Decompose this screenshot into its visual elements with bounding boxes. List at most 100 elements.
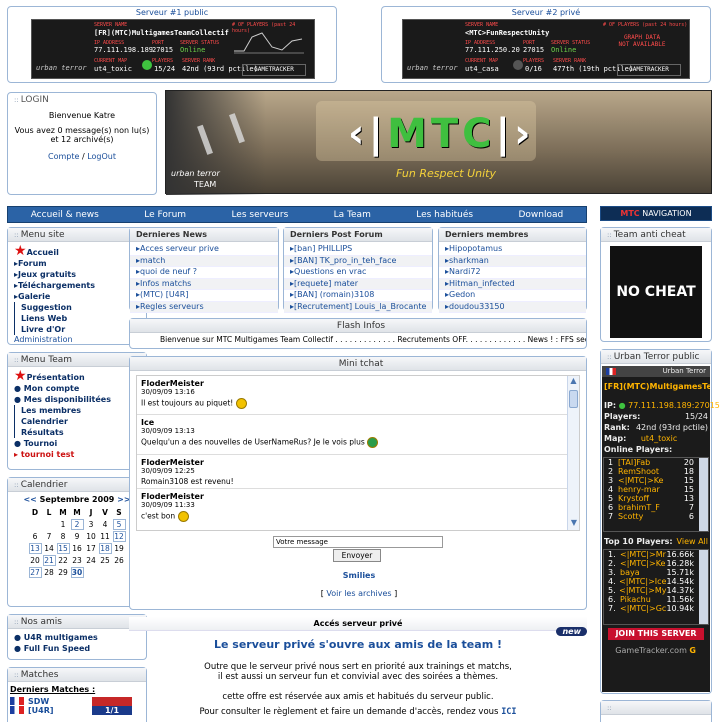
gametracker-icon: G	[689, 646, 696, 655]
member-item[interactable]: ▸sharkman	[439, 255, 586, 267]
tchat-send-button[interactable]: Envoyer	[333, 549, 381, 562]
gt-footer[interactable]: GameTracker.com G	[602, 643, 710, 655]
amis-u4r[interactable]: ● U4R multigames	[14, 632, 140, 643]
calendar-day-link[interactable]: 15	[56, 543, 70, 554]
posts-list: ▸[ban] PHILLIPS ▸[BAN] TK_pro_in_teh_fac…	[284, 242, 432, 313]
archives-link[interactable]: Voir les archives	[326, 589, 391, 598]
gt-online-list[interactable]: 1 [TAI]Fab 20 2 RemShoot 18 3 <|MTC|>Ke 15 4 he…	[603, 457, 709, 532]
gt-server-name[interactable]: [FR](MTC)MultigamesTe	[602, 377, 710, 396]
label-map: CURRENT MAP	[465, 58, 499, 64]
calendar-day: 26	[114, 556, 124, 565]
main-nav: Accueil & news Le Forum Les serveurs La …	[7, 206, 587, 223]
calendar-day-link[interactable]: 27	[28, 567, 42, 578]
post-item[interactable]: ▸Questions en vrac	[284, 267, 432, 279]
post-item[interactable]: ▸[ban] PHILLIPS	[284, 244, 432, 256]
calendar-day: 6	[32, 532, 38, 541]
menu-liens[interactable]: Liens Web	[14, 313, 142, 324]
gt-player-row: 7 Scotty 6	[608, 512, 694, 521]
member-item[interactable]: ▸Hitman_infected	[439, 278, 586, 290]
no-cheat-logo[interactable]: NO CHEAT	[610, 246, 702, 338]
news-item[interactable]: ▸match	[130, 255, 278, 267]
menu-suggestion[interactable]: Suggestion	[14, 302, 142, 313]
tchat-header: Mini tchat	[130, 357, 586, 371]
amis-ffs[interactable]: ● Full Fun Speed	[14, 643, 140, 654]
menu-mon-compte[interactable]: ● Mon compte	[14, 383, 142, 394]
tchat-messages[interactable]: FloderMeister 30/09/09 13:16 Il est touj…	[136, 375, 580, 531]
scroll-up-icon[interactable]: ▲	[568, 376, 579, 388]
article-p1: Outre que le serveur privé nous sert en …	[204, 662, 512, 672]
server1-banner[interactable]: SERVER NAME [FR](MTC)MultigamesTeamColle…	[31, 19, 315, 79]
posts-header: Derniers Post Forum	[284, 228, 432, 242]
server1-title[interactable]: Serveur #1 public	[8, 7, 336, 19]
article-p4: Pour consulter le règlement et faire un …	[199, 707, 517, 717]
article-ici-link[interactable]: ICI	[501, 707, 516, 717]
login-messages[interactable]: Vous avez 0 message(s) non lu(s) et 12 a…	[8, 126, 156, 144]
menu-calendrier[interactable]: Calendrier	[14, 416, 142, 427]
menu-telechargements[interactable]: ▸Téléchargements	[14, 280, 142, 291]
logout-link[interactable]: LogOut	[87, 152, 116, 161]
server2-title[interactable]: Serveur #2 privé	[382, 7, 710, 19]
smilies-link[interactable]: Smilies	[130, 571, 588, 580]
calendar-prev[interactable]: <<	[23, 495, 36, 504]
gt-player-row: 4 henry-mar 15	[608, 485, 694, 494]
member-item[interactable]: ▸Gedon	[439, 290, 586, 302]
news-item[interactable]: ▸quoi de neuf ?	[130, 267, 278, 279]
menu-membres[interactable]: Les membres	[14, 405, 142, 416]
menu-disponibilites[interactable]: ● Mes disponibilitées	[14, 394, 142, 405]
menu-administration[interactable]: Administration	[14, 335, 142, 344]
label-server-name: SERVER NAME	[94, 22, 128, 28]
calendar-day-link[interactable]: 21	[42, 555, 56, 566]
join-server-button[interactable]: JOIN THIS SERVER	[608, 628, 704, 640]
news-item[interactable]: ▸Acces serveur prive	[130, 244, 278, 256]
menu-jeux[interactable]: ▸Jeux gratuits	[14, 269, 142, 280]
menu-forum[interactable]: ▸Forum	[14, 258, 142, 269]
menu-presentation[interactable]: ★Présentation	[14, 369, 142, 383]
calendar-day-link[interactable]: 12	[112, 531, 126, 542]
nav-download[interactable]: Download	[518, 210, 563, 220]
nav-accueil[interactable]: Accueil & news	[31, 210, 99, 220]
gt-scrollbar[interactable]	[699, 550, 708, 624]
calendar-day-link[interactable]: 5	[112, 519, 126, 530]
member-item[interactable]: ▸Hipopotamus	[439, 244, 586, 256]
scroll-thumb[interactable]	[569, 390, 578, 408]
nav-serveurs[interactable]: Les serveurs	[231, 210, 288, 220]
menu-resultats[interactable]: Résultats	[14, 427, 142, 438]
compte-link[interactable]: Compte	[48, 152, 79, 161]
nav-team[interactable]: La Team	[334, 210, 371, 220]
news-item[interactable]: ▸Infos matchs	[130, 278, 278, 290]
post-item[interactable]: ▸[BAN] TK_pro_in_teh_face	[284, 255, 432, 267]
amis-list: ● U4R multigames ● Full Fun Speed	[8, 629, 146, 657]
menu-galerie[interactable]: ▸Galerie	[14, 291, 142, 302]
member-item[interactable]: ▸doudou33150	[439, 301, 586, 313]
calendar-day: 28	[44, 568, 54, 577]
gt-scrollbar[interactable]	[699, 458, 708, 531]
calendar-day-link[interactable]: 13	[28, 543, 42, 554]
menu-tournoi[interactable]: ● Tournoi	[14, 438, 142, 449]
match-row[interactable]: [U4R] 1/1	[8, 706, 146, 715]
nav-forum[interactable]: Le Forum	[144, 210, 186, 220]
nav-habitues[interactable]: Les habitués	[416, 210, 473, 220]
tchat-scrollbar[interactable]: ▲ ▼	[567, 376, 579, 530]
gt-top-list[interactable]: 1. <|MTC|>Mr 16.66k 2. <|MTC|>Ke 16.28k 3. ba…	[603, 549, 709, 625]
match-row[interactable]: SDW	[8, 697, 146, 706]
menu-livre-or[interactable]: Livre d'Or	[14, 324, 142, 335]
tchat-message: FloderMeister 30/09/09 12:25 Romain3108 …	[137, 455, 579, 489]
menu-tournoi-test[interactable]: ▸ tournoi test	[14, 449, 142, 460]
archives-row: [ Voir les archives ]	[320, 589, 398, 598]
calendar-day-link[interactable]: 2	[70, 519, 84, 530]
calendar-today[interactable]: 30	[70, 567, 84, 578]
server2-banner[interactable]: SERVER NAME <MTC>FunRespectUnity IP ADDR…	[402, 19, 690, 79]
scroll-down-icon[interactable]: ▼	[568, 518, 579, 530]
tchat-message-input[interactable]	[273, 536, 443, 548]
post-item[interactable]: ▸[requete] mater	[284, 278, 432, 290]
server1-ip: 77.111.198.189	[94, 46, 154, 54]
news-item[interactable]: ▸Regles serveurs	[130, 301, 278, 313]
smiley-icon	[235, 398, 247, 409]
menu-accueil[interactable]: ★Accueil	[14, 244, 142, 258]
post-item[interactable]: ▸[Recrutement] Louis_la_Brocante	[284, 301, 432, 313]
view-all-link[interactable]: View All	[677, 537, 708, 546]
calendar-day-link[interactable]: 18	[98, 543, 112, 554]
news-item[interactable]: ▸(MTC) [U4R]	[130, 290, 278, 302]
post-item[interactable]: ▸[BAN] (romain)3108	[284, 290, 432, 302]
member-item[interactable]: ▸Nardi72	[439, 267, 586, 279]
